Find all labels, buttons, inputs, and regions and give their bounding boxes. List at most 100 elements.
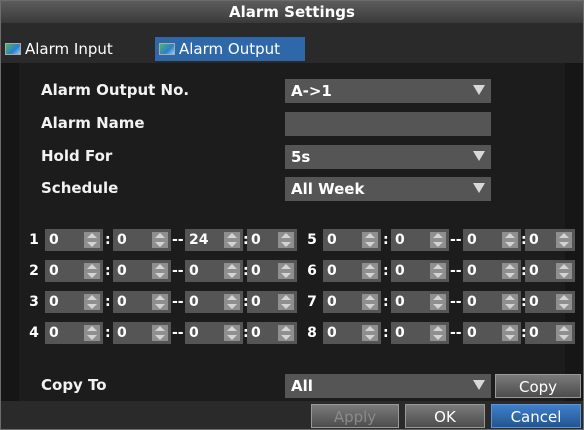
tab-label: Alarm Output — [179, 40, 281, 58]
spinner-icon[interactable] — [278, 263, 294, 279]
copy-to-select[interactable]: All — [285, 374, 491, 398]
spinner-icon[interactable] — [84, 232, 100, 248]
chevron-down-icon[interactable] — [473, 151, 485, 161]
end-minute-spinner[interactable]: 0 — [525, 322, 575, 344]
spinner-value: 0 — [467, 325, 477, 341]
spinner-icon[interactable] — [152, 232, 168, 248]
end-minute-spinner[interactable]: 0 — [525, 260, 575, 282]
start-hour-spinner[interactable]: 0 — [323, 322, 381, 344]
end-minute-spinner[interactable]: 0 — [247, 260, 297, 282]
schedule-row: 6 0 0 0 0: --: — [305, 259, 575, 283]
hold-for-select[interactable]: 5s — [285, 145, 491, 169]
end-minute-spinner[interactable]: 0 — [525, 291, 575, 313]
start-minute-spinner[interactable]: 0 — [391, 260, 449, 282]
chevron-down-icon[interactable] — [473, 380, 485, 390]
start-hour-spinner[interactable]: 0 — [323, 291, 381, 313]
spinner-icon[interactable] — [430, 263, 446, 279]
end-minute-spinner[interactable]: 0 — [247, 322, 297, 344]
start-minute-spinner[interactable]: 0 — [391, 229, 449, 251]
end-hour-spinner[interactable]: 0 — [463, 291, 521, 313]
spinner-icon[interactable] — [362, 294, 378, 310]
spinner-icon[interactable] — [502, 325, 518, 341]
time-separator: : — [521, 325, 527, 341]
alarm-name-input[interactable] — [285, 112, 491, 136]
start-minute-spinner[interactable]: 0 — [113, 291, 171, 313]
schedule-row: 3 0 0 0 0: --: — [27, 290, 297, 314]
end-hour-spinner[interactable]: 0 — [185, 322, 243, 344]
range-separator: -- — [172, 325, 184, 341]
spinner-icon[interactable] — [362, 263, 378, 279]
spinner-icon[interactable] — [502, 263, 518, 279]
start-minute-spinner[interactable]: 0 — [391, 322, 449, 344]
spinner-icon[interactable] — [224, 263, 240, 279]
start-hour-spinner[interactable]: 0 — [45, 260, 103, 282]
spinner-icon[interactable] — [152, 263, 168, 279]
apply-button[interactable]: Apply — [311, 404, 399, 428]
spinner-value: 0 — [117, 294, 127, 310]
schedule-index: 6 — [307, 263, 317, 279]
image-icon — [159, 43, 175, 55]
start-hour-spinner[interactable]: 0 — [323, 260, 381, 282]
end-hour-spinner[interactable]: 24 — [185, 229, 243, 251]
time-separator: : — [383, 294, 389, 310]
chevron-down-icon[interactable] — [473, 85, 485, 95]
spinner-value: 0 — [49, 294, 59, 310]
spinner-icon[interactable] — [278, 232, 294, 248]
start-hour-spinner[interactable]: 0 — [45, 291, 103, 313]
end-hour-spinner[interactable]: 0 — [463, 260, 521, 282]
start-minute-spinner[interactable]: 0 — [113, 322, 171, 344]
spinner-icon[interactable] — [278, 294, 294, 310]
spinner-icon[interactable] — [224, 232, 240, 248]
spinner-icon[interactable] — [224, 325, 240, 341]
spinner-icon[interactable] — [152, 325, 168, 341]
end-hour-spinner[interactable]: 0 — [185, 260, 243, 282]
cancel-button[interactable]: Cancel — [491, 404, 581, 428]
spinner-value: 0 — [189, 294, 199, 310]
schedule-index: 8 — [307, 325, 317, 341]
start-hour-spinner[interactable]: 0 — [45, 229, 103, 251]
spinner-value: 0 — [529, 294, 539, 310]
spinner-icon[interactable] — [362, 325, 378, 341]
end-minute-spinner[interactable]: 0 — [247, 229, 297, 251]
end-hour-spinner[interactable]: 0 — [185, 291, 243, 313]
spinner-icon[interactable] — [278, 325, 294, 341]
spinner-icon[interactable] — [84, 325, 100, 341]
tab-alarm-input[interactable]: Alarm Input — [1, 37, 149, 61]
spinner-icon[interactable] — [556, 232, 572, 248]
chevron-down-icon[interactable] — [473, 183, 485, 193]
spinner-icon[interactable] — [362, 232, 378, 248]
start-hour-spinner[interactable]: 0 — [323, 229, 381, 251]
spinner-icon[interactable] — [556, 325, 572, 341]
copy-button[interactable]: Copy — [495, 374, 581, 398]
schedule-index: 3 — [29, 294, 39, 310]
start-minute-spinner[interactable]: 0 — [113, 229, 171, 251]
end-hour-spinner[interactable]: 0 — [463, 229, 521, 251]
spinner-icon[interactable] — [502, 294, 518, 310]
start-hour-spinner[interactable]: 0 — [45, 322, 103, 344]
end-hour-spinner[interactable]: 0 — [463, 322, 521, 344]
spinner-icon[interactable] — [84, 294, 100, 310]
copy-to-label: Copy To — [41, 376, 107, 394]
ok-button[interactable]: OK — [405, 404, 485, 428]
start-minute-spinner[interactable]: 0 — [391, 291, 449, 313]
spinner-icon[interactable] — [224, 294, 240, 310]
spinner-icon[interactable] — [556, 294, 572, 310]
spinner-icon[interactable] — [556, 263, 572, 279]
time-separator: : — [383, 263, 389, 279]
spinner-icon[interactable] — [152, 294, 168, 310]
end-minute-spinner[interactable]: 0 — [247, 291, 297, 313]
spinner-icon[interactable] — [84, 263, 100, 279]
schedule-select[interactable]: All Week — [285, 177, 491, 201]
spinner-icon[interactable] — [430, 232, 446, 248]
alarm-output-no-select[interactable]: A->1 — [285, 79, 491, 103]
range-separator: -- — [172, 232, 184, 248]
schedule-index: 2 — [29, 263, 39, 279]
spinner-value: 0 — [49, 232, 59, 248]
spinner-icon[interactable] — [430, 294, 446, 310]
end-minute-spinner[interactable]: 0 — [525, 229, 575, 251]
tab-alarm-output[interactable]: Alarm Output — [155, 37, 305, 61]
spinner-value: 0 — [117, 232, 127, 248]
spinner-icon[interactable] — [502, 232, 518, 248]
start-minute-spinner[interactable]: 0 — [113, 260, 171, 282]
spinner-icon[interactable] — [430, 325, 446, 341]
